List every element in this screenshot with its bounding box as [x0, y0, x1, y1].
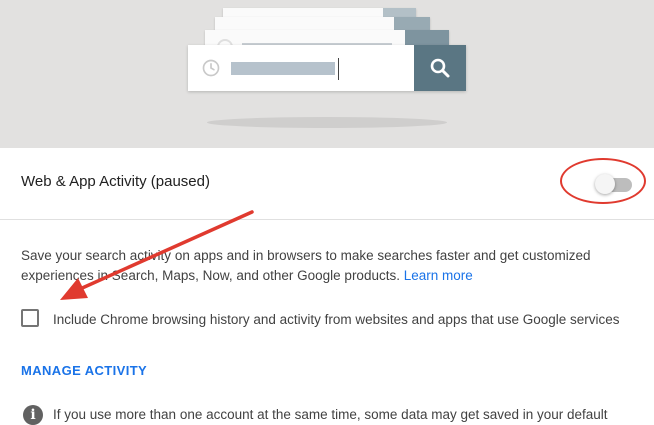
text-cursor: [338, 58, 339, 80]
manage-activity-link[interactable]: MANAGE ACTIVITY: [21, 363, 147, 378]
chrome-history-label: Include Chrome browsing history and acti…: [53, 312, 620, 327]
toggle-thumb: [595, 174, 615, 194]
search-button: [414, 45, 466, 91]
clock-icon: [202, 59, 220, 77]
search-box: [188, 45, 466, 91]
learn-more-link[interactable]: Learn more: [404, 268, 473, 283]
info-icon: i: [23, 405, 43, 425]
illustration-shadow: [207, 117, 447, 128]
activity-title: Web & App Activity (paused): [21, 173, 210, 190]
description-text: Save your search activity on apps and in…: [21, 248, 591, 283]
search-query-placeholder: [231, 62, 335, 75]
activity-description: Save your search activity on apps and in…: [21, 246, 621, 286]
activity-toggle[interactable]: [595, 174, 635, 194]
search-icon: [430, 58, 450, 78]
activity-toggle-row: Web & App Activity (paused): [0, 148, 654, 220]
activity-illustration: [0, 0, 654, 148]
chrome-history-checkbox[interactable]: [21, 309, 39, 327]
info-text: If you use more than one account at the …: [53, 407, 608, 422]
